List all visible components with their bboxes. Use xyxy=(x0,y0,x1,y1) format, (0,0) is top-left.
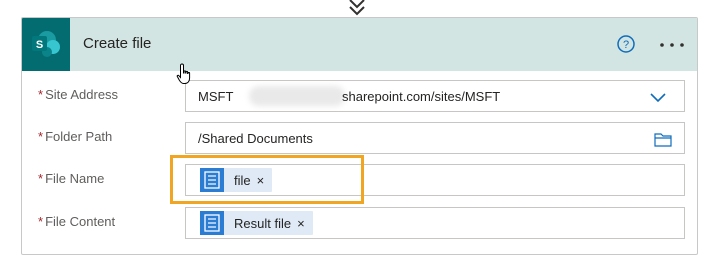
site-address-label-text: Site Address xyxy=(45,87,119,102)
file-content-label: * File Content xyxy=(38,214,115,229)
create-file-action-card: S Create file ? * Site Address MSFT share… xyxy=(21,17,698,255)
folder-path-input[interactable]: /Shared Documents xyxy=(185,122,685,154)
file-content-label-text: File Content xyxy=(45,214,116,229)
chevron-down-icon[interactable] xyxy=(650,91,666,103)
more-options-icon[interactable] xyxy=(658,42,686,48)
action-header[interactable]: S Create file ? xyxy=(22,18,697,71)
down-arrow-icon xyxy=(349,0,365,16)
svg-text:S: S xyxy=(36,39,43,51)
token-label: Result file xyxy=(234,215,292,231)
site-address-label: * Site Address xyxy=(38,87,118,102)
help-icon[interactable]: ? xyxy=(616,34,636,54)
site-address-dropdown[interactable]: MSFT sharepoint.com/sites/MSFT xyxy=(185,80,685,112)
hand-cursor-icon xyxy=(176,63,191,84)
highlight-box xyxy=(170,155,364,204)
result-file-token[interactable]: Result file × xyxy=(200,211,313,235)
variable-icon xyxy=(200,211,224,235)
action-title[interactable]: Create file xyxy=(83,35,151,52)
site-address-suffix: sharepoint.com/sites/MSFT xyxy=(342,89,501,104)
required-marker: * xyxy=(38,87,44,102)
redacted-text xyxy=(249,86,345,106)
folder-path-value: /Shared Documents xyxy=(198,131,313,146)
required-marker: * xyxy=(38,214,44,229)
folder-path-label: * Folder Path xyxy=(38,129,112,144)
site-address-prefix: MSFT xyxy=(198,89,234,104)
required-marker: * xyxy=(38,129,44,144)
file-content-input[interactable]: Result file × xyxy=(185,207,685,239)
svg-text:?: ? xyxy=(623,39,629,51)
required-marker: * xyxy=(38,171,44,186)
file-name-label-text: File Name xyxy=(45,171,105,186)
sharepoint-logo: S xyxy=(22,18,70,71)
file-name-label: * File Name xyxy=(38,171,104,186)
folder-icon[interactable] xyxy=(654,131,672,147)
folder-path-label-text: Folder Path xyxy=(45,129,113,144)
remove-token-icon[interactable]: × xyxy=(297,216,305,231)
